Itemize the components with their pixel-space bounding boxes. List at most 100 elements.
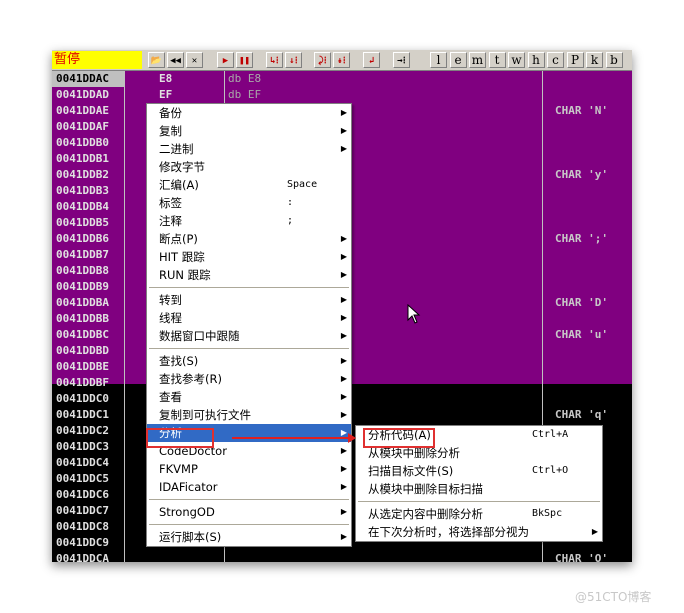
- row-address: 0041DDB1: [56, 152, 109, 165]
- menu-item-label: 复制到可执行文件: [159, 408, 251, 422]
- annotation-arrow: [232, 437, 352, 439]
- menu-separator: [149, 348, 349, 349]
- disasm-row[interactable]: 0041DDAC E8 db E8: [52, 71, 632, 87]
- close-button[interactable]: ✕: [186, 52, 203, 68]
- submenu-arrow-icon: ▶: [340, 270, 347, 279]
- menu-item-label: 在下次分析时，将选择部分视为: [368, 525, 529, 539]
- row-address: 0041DDB9: [56, 280, 109, 293]
- trace-over-button[interactable]: ↡⁞: [333, 52, 350, 68]
- row-address: 0041DDC0: [56, 392, 109, 405]
- window-button-w[interactable]: w: [508, 52, 525, 68]
- context-menu-item[interactable]: 运行脚本(S) ▶: [147, 528, 351, 546]
- status-label: 暂停: [52, 51, 142, 69]
- row-address: 0041DDB5: [56, 216, 109, 229]
- submenu-item[interactable]: 扫描目标文件(S) Ctrl+O: [356, 462, 602, 480]
- context-menu-item[interactable]: IDAFicator ▶: [147, 478, 351, 496]
- context-menu-item[interactable]: 汇编(A) Space: [147, 176, 351, 194]
- step-over-icon: ↓⁞: [289, 56, 298, 66]
- submenu-item[interactable]: 从选定内容中删除分析 BkSpc: [356, 505, 602, 523]
- menu-item-shortcut: BkSpc: [532, 508, 563, 519]
- context-menu-item[interactable]: StrongOD ▶: [147, 503, 351, 521]
- goto-icon: →⁞: [397, 56, 406, 66]
- window-button-h[interactable]: h: [527, 52, 545, 68]
- row-disassembly: db E8: [228, 72, 262, 85]
- context-menu-item[interactable]: 转到 ▶: [147, 291, 351, 309]
- row-address: 0041DDBD: [56, 344, 109, 357]
- trace-into-button[interactable]: ⤸⁞: [314, 52, 331, 68]
- menu-item-label: 注释: [159, 214, 182, 228]
- menu-item-label: 汇编(A): [159, 178, 199, 192]
- step-over-button[interactable]: ↓⁞: [285, 52, 302, 68]
- menu-separator: [149, 524, 349, 525]
- submenu-arrow-icon: ▶: [340, 392, 347, 401]
- row-comment: CHAR 'O': [555, 552, 608, 562]
- context-menu-item[interactable]: 备份 ▶: [147, 104, 351, 122]
- menu-item-label: 从选定内容中删除分析: [368, 507, 483, 521]
- context-menu: 备份 ▶ 复制 ▶ 二进制 ▶ 修改字节 汇编(A) Space 标签: 注释; 断点(P) ▶ HIT …: [146, 103, 352, 547]
- run-button[interactable]: ▶: [217, 52, 234, 68]
- window-button-l[interactable]: l: [430, 52, 447, 68]
- row-address: 0041DDAE: [56, 104, 109, 117]
- row-address: 0041DDBE: [56, 360, 109, 373]
- context-menu-item[interactable]: RUN 跟踪 ▶: [147, 266, 351, 284]
- window-button-k[interactable]: k: [586, 52, 603, 68]
- row-hex-dump: EF: [159, 88, 173, 101]
- context-menu-item[interactable]: 二进制 ▶: [147, 140, 351, 158]
- annotation-box-analysis: [146, 428, 214, 448]
- context-menu-item[interactable]: 查找参考(R) ▶: [147, 370, 351, 388]
- row-address: 0041DDBB: [56, 312, 109, 325]
- menu-item-label: 数据窗口中跟随: [159, 329, 240, 343]
- window-button-p[interactable]: P: [566, 52, 584, 68]
- open-button[interactable]: 📂: [148, 52, 165, 68]
- window-button-b[interactable]: b: [605, 52, 623, 68]
- menu-separator: [149, 499, 349, 500]
- execute-till-return-button[interactable]: ↲: [363, 52, 380, 68]
- context-menu-item[interactable]: 数据窗口中跟随 ▶: [147, 327, 351, 345]
- watermark: @51CTO博客: [575, 590, 652, 604]
- row-comment: CHAR 'u': [555, 328, 608, 341]
- row-disassembly: db EF: [228, 88, 262, 101]
- context-menu-item[interactable]: 标签:: [147, 194, 351, 212]
- context-menu-item[interactable]: 复制 ▶: [147, 122, 351, 140]
- disasm-row[interactable]: 0041DDAD EF db EF: [52, 87, 632, 103]
- menu-item-label: 运行脚本(S): [159, 530, 222, 544]
- row-address: 0041DDBF: [56, 376, 109, 389]
- pause-icon: ❚❚: [239, 56, 250, 66]
- pause-button[interactable]: ❚❚: [236, 52, 253, 68]
- column-divider[interactable]: [124, 71, 125, 562]
- menu-separator: [149, 287, 349, 288]
- submenu-arrow-icon: ▶: [340, 331, 347, 340]
- window-button-c[interactable]: c: [547, 52, 564, 68]
- menu-item-label: 修改字节: [159, 160, 205, 174]
- window-button-e[interactable]: e: [449, 52, 467, 68]
- context-menu-item[interactable]: FKVMP ▶: [147, 460, 351, 478]
- submenu-item[interactable]: 从模块中删除目标扫描: [356, 480, 602, 498]
- context-menu-item[interactable]: 线程 ▶: [147, 309, 351, 327]
- window-button-t[interactable]: t: [488, 52, 506, 68]
- goto-button[interactable]: →⁞: [393, 52, 410, 68]
- context-menu-item[interactable]: 断点(P) ▶: [147, 230, 351, 248]
- disasm-row[interactable]: 0041DDCA CHAR 'O': [52, 551, 632, 562]
- context-menu-item[interactable]: HIT 跟踪 ▶: [147, 248, 351, 266]
- submenu-arrow-icon: ▶: [340, 234, 347, 243]
- row-address: 0041DDB0: [56, 136, 109, 149]
- execute-till-return-icon: ↲: [368, 56, 375, 66]
- window-button-m[interactable]: m: [469, 52, 486, 68]
- context-menu-item[interactable]: 查找(S) ▶: [147, 352, 351, 370]
- row-hex-dump: E8: [159, 72, 173, 85]
- menu-item-label: 查看: [159, 390, 182, 404]
- step-into-button[interactable]: ↳⁞: [266, 52, 283, 68]
- row-address: 0041DDC1: [56, 408, 109, 421]
- context-menu-item[interactable]: 修改字节: [147, 158, 351, 176]
- row-address: 0041DDAD: [56, 88, 109, 101]
- submenu-item[interactable]: 在下次分析时，将选择部分视为 ▶: [356, 523, 602, 541]
- menu-item-shortcut: Ctrl+A: [532, 429, 569, 440]
- row-address: 0041DDB6: [56, 232, 109, 245]
- annotation-arrow-head: [348, 433, 356, 443]
- menu-item-label: HIT 跟踪: [159, 250, 205, 264]
- context-menu-item[interactable]: 注释;: [147, 212, 351, 230]
- context-menu-item[interactable]: 查看 ▶: [147, 388, 351, 406]
- row-address: 0041DDC2: [56, 424, 109, 437]
- rewind-button[interactable]: ◀◀: [167, 52, 184, 68]
- context-menu-item[interactable]: 复制到可执行文件 ▶: [147, 406, 351, 424]
